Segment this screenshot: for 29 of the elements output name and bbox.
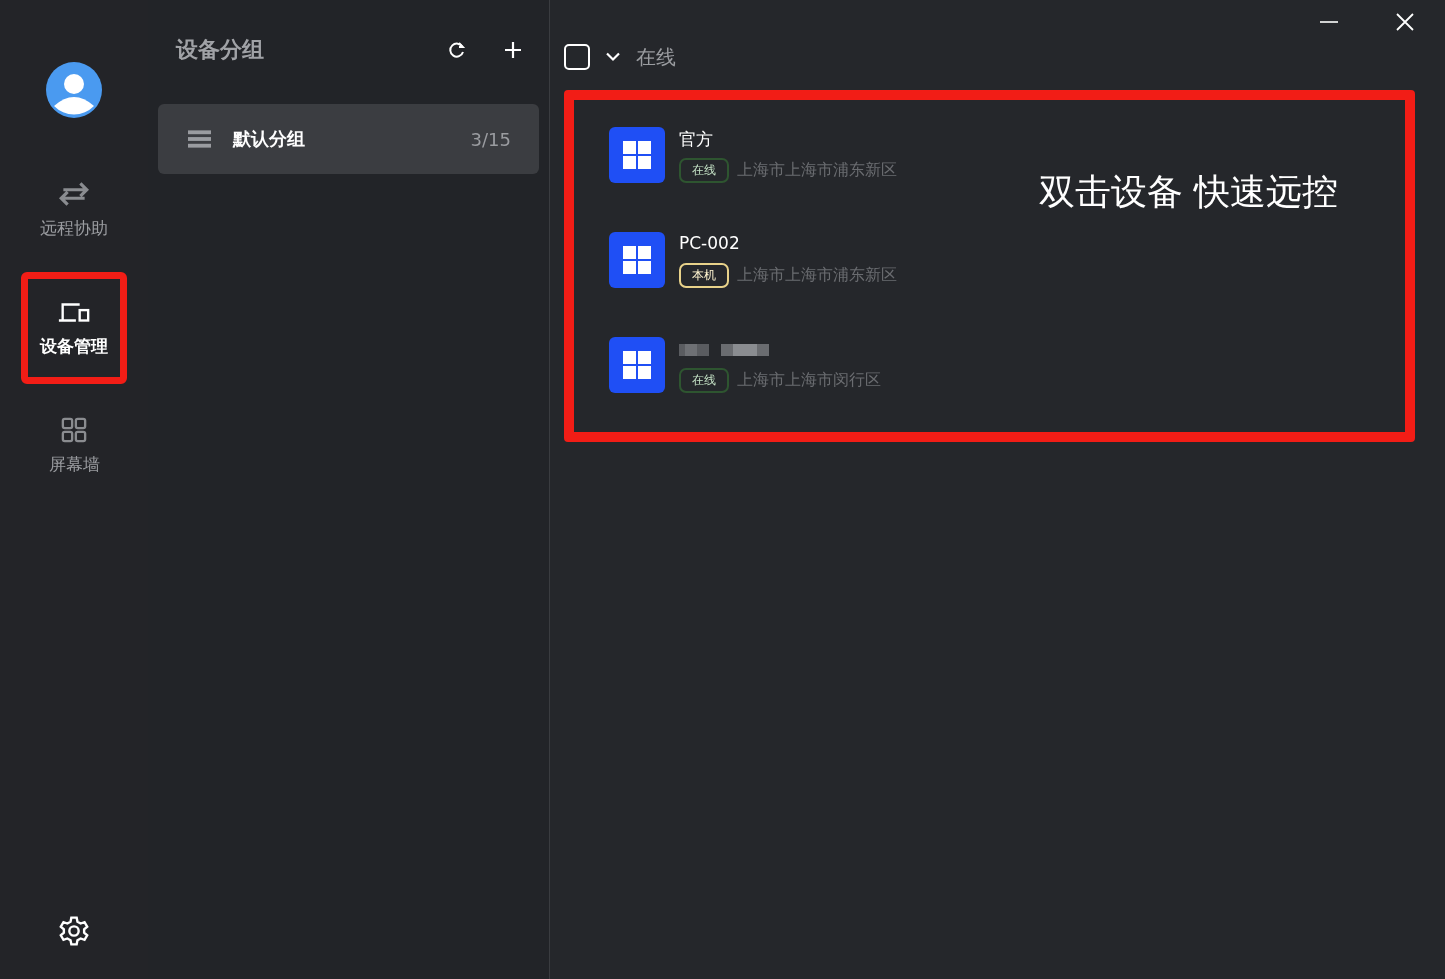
device-name: PC-002 [679,232,741,255]
device-location: 上海市上海市浦东新区 [737,264,897,286]
status-tag: 在线 [679,367,729,393]
nav-item[interactable]: 远程协助 [21,154,127,266]
nav-item[interactable]: 设备管理 [21,272,127,384]
close-icon[interactable] [1395,12,1415,32]
windows-icon [609,127,665,183]
filter-label: 在线 [636,43,676,71]
status-tag: 在线 [679,157,729,183]
group-name: 默认分组 [233,127,306,151]
nav-item[interactable]: 屏幕墙 [21,390,127,502]
device-name: 官方 [679,127,714,151]
avatar-icon[interactable] [46,62,102,118]
chevron-down-icon[interactable] [606,52,620,62]
add-icon[interactable] [503,40,523,60]
status-tag: 本机 [679,262,729,288]
list-icon [188,130,211,148]
settings-icon[interactable] [58,915,90,947]
swap-icon [57,180,91,207]
device-location: 上海市上海市浦东新区 [737,159,897,181]
windows-icon [609,337,665,393]
group-count: 3/15 [470,128,511,150]
device-location: 上海市上海市闵行区 [737,369,881,391]
annotation-text: 双击设备 快速远控 [1039,170,1339,214]
panel-title: 设备分组 [176,36,265,64]
group-item[interactable]: 默认分组 3/15 [158,104,539,174]
windows-icon [609,232,665,288]
refresh-icon[interactable] [447,40,467,60]
checkbox[interactable] [564,44,590,70]
